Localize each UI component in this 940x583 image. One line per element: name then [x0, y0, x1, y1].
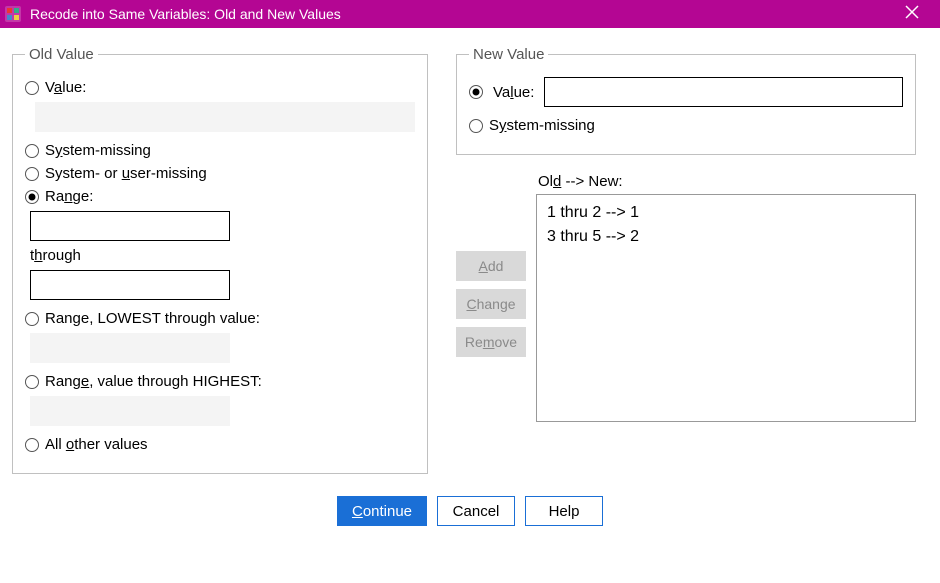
- radio-icon: [25, 375, 39, 389]
- radio-icon: [469, 119, 483, 133]
- radio-icon: [25, 190, 39, 204]
- continue-button[interactable]: Continue: [337, 496, 427, 526]
- new-value-value-label: Value:: [493, 84, 534, 101]
- add-button[interactable]: Add: [456, 251, 526, 281]
- old-system-missing-option[interactable]: System-missing: [25, 142, 415, 159]
- remove-button[interactable]: Remove: [456, 327, 526, 357]
- old-range-highest-option[interactable]: Range, value through HIGHEST:: [25, 373, 415, 390]
- mapping-buttons: Add Change Remove: [456, 251, 526, 357]
- dialog-buttons: Continue Cancel Help: [0, 482, 940, 530]
- old-system-user-missing-label: System- or user-missing: [45, 165, 207, 182]
- mapping-area: Add Change Remove Old --> New: 1 thru 2 …: [456, 173, 916, 422]
- old-range-option[interactable]: Range:: [25, 188, 415, 205]
- old-value-legend: Old Value: [25, 46, 98, 63]
- mapping-rule[interactable]: 1 thru 2 --> 1: [547, 201, 905, 225]
- old-all-other-label: All other values: [45, 436, 148, 453]
- window-title: Recode into Same Variables: Old and New …: [30, 6, 892, 22]
- mapping-list[interactable]: 1 thru 2 --> 13 thru 5 --> 2: [536, 194, 916, 422]
- old-range-highest-label: Range, value through HIGHEST:: [45, 373, 262, 390]
- old-all-other-option[interactable]: All other values: [25, 436, 415, 453]
- new-value-value-row: Value:: [469, 77, 903, 107]
- mapping-label: Old --> New:: [538, 173, 916, 190]
- close-icon: [905, 5, 919, 19]
- old-range-lowest-option[interactable]: Range, LOWEST through value:: [25, 310, 415, 327]
- radio-icon: [25, 312, 39, 326]
- new-value-input[interactable]: [544, 77, 903, 107]
- close-button[interactable]: [892, 5, 932, 24]
- radio-icon: [25, 438, 39, 452]
- through-label: through: [30, 247, 415, 264]
- cancel-button[interactable]: Cancel: [437, 496, 515, 526]
- radio-icon: [25, 167, 39, 181]
- new-system-missing-label: System-missing: [489, 117, 595, 134]
- old-system-missing-label: System-missing: [45, 142, 151, 159]
- old-range-label: Range:: [45, 188, 93, 205]
- range-to-input[interactable]: [30, 270, 230, 300]
- old-value-value-option[interactable]: Value:: [25, 79, 415, 96]
- change-button[interactable]: Change: [456, 289, 526, 319]
- radio-icon[interactable]: [469, 85, 483, 99]
- range-from-input[interactable]: [30, 211, 230, 241]
- old-value-value-label: Value:: [45, 79, 86, 96]
- old-value-group: Old Value Value: System-missing System- …: [12, 46, 428, 474]
- range-highest-input: [30, 396, 230, 426]
- new-value-legend: New Value: [469, 46, 548, 63]
- mapping-list-wrap: Old --> New: 1 thru 2 --> 13 thru 5 --> …: [536, 173, 916, 422]
- right-column: New Value Value: System-missing Add Chan…: [456, 46, 916, 474]
- old-value-value-input: [35, 102, 415, 132]
- new-value-group: New Value Value: System-missing: [456, 46, 916, 155]
- app-icon: [4, 5, 22, 23]
- old-system-user-missing-option[interactable]: System- or user-missing: [25, 165, 415, 182]
- radio-icon: [25, 144, 39, 158]
- titlebar: Recode into Same Variables: Old and New …: [0, 0, 940, 28]
- help-button[interactable]: Help: [525, 496, 603, 526]
- old-range-lowest-label: Range, LOWEST through value:: [45, 310, 260, 327]
- range-lowest-input: [30, 333, 230, 363]
- new-system-missing-option[interactable]: System-missing: [469, 117, 903, 134]
- dialog-content: Old Value Value: System-missing System- …: [0, 28, 940, 482]
- mapping-rule[interactable]: 3 thru 5 --> 2: [547, 225, 905, 249]
- radio-icon: [25, 81, 39, 95]
